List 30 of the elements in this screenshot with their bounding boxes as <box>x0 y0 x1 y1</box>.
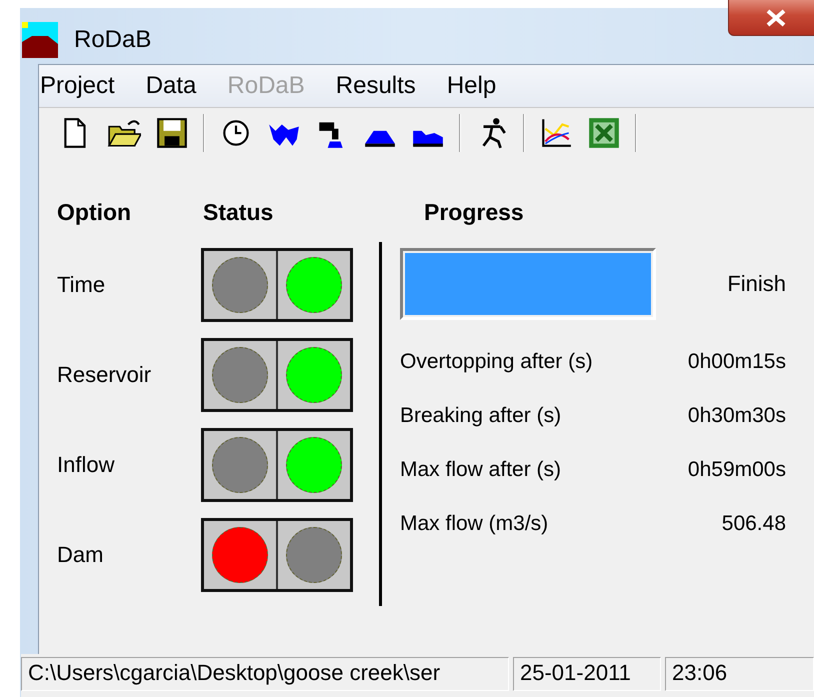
line-chart-icon[interactable] <box>539 116 573 150</box>
result-value: 0h59m00s <box>688 458 786 483</box>
result-label: Breaking after (s) <box>400 404 562 429</box>
column-header: Progress <box>424 198 525 227</box>
result-label: Max flow after (s) <box>400 458 562 483</box>
menu-item[interactable]: Help <box>446 72 496 100</box>
menu-item[interactable]: Data <box>144 72 196 100</box>
column-header: Option <box>57 198 132 226</box>
result-value: 506.48 <box>722 512 786 537</box>
close-icon <box>765 9 787 27</box>
file-path: C:\Users\cgarcia\Desktop\goose creek\ser <box>21 657 509 691</box>
option-label: Inflow <box>57 452 116 478</box>
option-label: Dam <box>57 542 104 568</box>
menu-item[interactable]: Results <box>334 72 416 100</box>
status-date: 25-01-2011 <box>513 657 661 691</box>
close-button[interactable] <box>728 0 814 36</box>
save-icon[interactable] <box>155 116 189 150</box>
option-label: Reservoir <box>57 362 152 388</box>
spreadsheet-icon[interactable] <box>587 116 621 150</box>
app-icon <box>22 22 58 58</box>
result-label: Overtopping after (s) <box>400 350 593 375</box>
result-label: Max flow (m3/s) <box>400 512 548 537</box>
result-value: 0h30m30s <box>688 404 786 429</box>
window-title: RoDaB <box>74 26 152 54</box>
menu-item[interactable]: Project <box>39 72 115 100</box>
option-label: Time <box>57 272 106 298</box>
progress-status: Finish <box>727 271 786 297</box>
column-header: Status <box>203 198 274 226</box>
result-value: 0h00m15s <box>688 350 786 375</box>
status-time: 23:06 <box>665 657 814 691</box>
